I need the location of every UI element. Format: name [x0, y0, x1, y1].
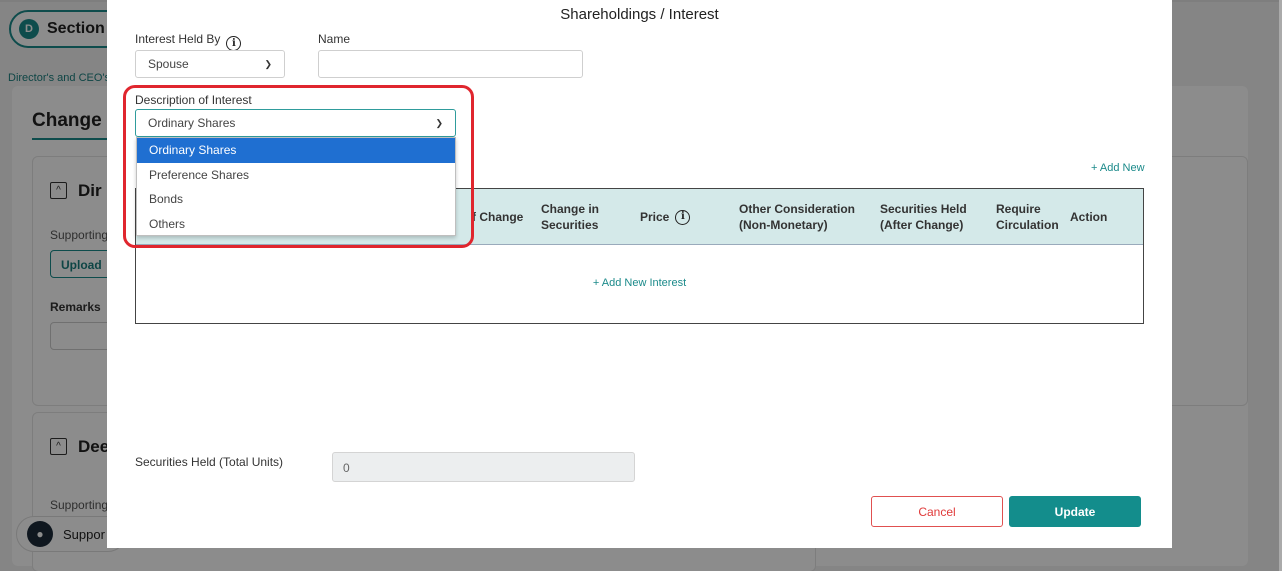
add-new-interest-link[interactable]: + Add New Interest — [136, 277, 1143, 289]
header-price: Price i — [640, 189, 691, 245]
option-preference-shares[interactable]: Preference Shares — [137, 163, 455, 188]
header-other-consideration: Other Consideration (Non-Monetary) — [739, 202, 856, 232]
info-icon[interactable]: i — [675, 209, 691, 225]
option-bonds[interactable]: Bonds — [137, 187, 455, 212]
header-require-circulation: Require Circulation — [996, 202, 1059, 232]
name-label: Name — [318, 32, 351, 46]
chevron-down-icon: ❯ — [435, 117, 443, 128]
option-ordinary-shares[interactable]: Ordinary Shares — [137, 138, 455, 163]
header-action: Action — [1070, 210, 1108, 224]
shareholdings-modal: Shareholdings / Interest Interest Held B… — [107, 0, 1172, 548]
add-new-link[interactable]: + Add New — [1091, 162, 1145, 174]
header-change-in-securities: Change in Securities — [541, 202, 600, 232]
header-securities-held: Securities Held (After Change) — [880, 202, 967, 232]
info-icon[interactable]: i — [226, 36, 242, 51]
interest-held-by-select[interactable]: Spouse ❯ — [135, 50, 285, 78]
cancel-button[interactable]: Cancel — [871, 496, 1003, 527]
description-select[interactable]: Ordinary Shares ❯ — [135, 109, 456, 137]
modal-title: Shareholdings / Interest — [560, 6, 719, 23]
total-units-label: Securities Held (Total Units) — [135, 455, 284, 469]
interest-held-by-value: Spouse — [148, 57, 189, 71]
interest-held-by-text: Interest Held By — [135, 32, 221, 46]
chevron-down-icon: ❯ — [264, 58, 272, 69]
total-units-field: 0 — [332, 452, 635, 482]
update-button[interactable]: Update — [1009, 496, 1141, 527]
interest-held-by-label: Interest Held By i — [135, 32, 242, 51]
header-nature-of-change: f Change — [472, 210, 524, 224]
name-input[interactable] — [318, 50, 583, 78]
description-label: Description of Interest — [135, 93, 252, 107]
description-dropdown-list: Ordinary Shares Preference Shares Bonds … — [136, 137, 456, 236]
option-others[interactable]: Others — [137, 212, 455, 237]
description-value: Ordinary Shares — [148, 116, 236, 130]
